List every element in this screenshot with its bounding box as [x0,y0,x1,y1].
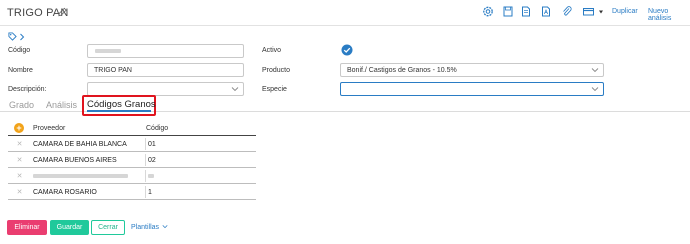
chevron-right-icon[interactable] [19,33,25,41]
tab-analisis[interactable]: Análisis [46,100,77,110]
cell-codigo: 1 [148,189,152,196]
tag-icon[interactable] [8,32,17,41]
producto-value: Bonif./ Castigos de Granos - 10.5% [347,67,457,74]
column-separator [145,170,146,182]
table-row[interactable]: ✕ CAMARA BUENOS AIRES 02 [8,153,256,168]
column-separator [145,138,146,150]
column-separator [145,154,146,166]
remove-row-icon[interactable]: ✕ [16,141,23,148]
pencil-icon[interactable] [57,6,68,18]
descripcion-select[interactable] [87,82,244,96]
cell-codigo-redacted [148,173,154,180]
templates-dropdown[interactable]: Plantillas [131,224,168,231]
document-icon[interactable] [520,5,532,18]
save-icon[interactable] [502,5,514,18]
new-analysis-link[interactable]: Nuevo análisis [648,8,690,22]
cell-codigo: 01 [148,141,156,148]
remove-row-icon[interactable]: ✕ [16,157,23,164]
cell-codigo: 02 [148,157,156,164]
caret-down-icon[interactable] [598,5,604,18]
table-row[interactable]: ✕ CAMARA ROSARIO 1 [8,185,256,200]
activo-checkbox[interactable] [341,44,353,56]
tab-grado[interactable]: Grado [9,100,34,110]
chevron-down-icon [162,225,168,229]
activo-label: Activo [262,47,282,54]
producto-label: Producto [262,67,291,74]
delete-button[interactable]: Eliminar [7,220,47,235]
redacted-value [148,174,154,179]
tab-codigos-granos[interactable]: Códigos Granos [87,99,156,110]
descripcion-label: Descripción: [8,86,47,93]
cell-proveedor: CAMARA BUENOS AIRES [33,157,117,164]
pdf-icon[interactable] [540,5,552,18]
settings-icon[interactable] [482,5,494,18]
redacted-value [33,174,128,179]
nombre-field[interactable]: TRIGO PAN [87,63,244,77]
table-row[interactable]: ✕ CAMARA DE BAHIA BLANCA 01 [8,137,256,152]
page-header: TRIGO PAN Duplicar Nuevo análisis [0,0,690,26]
remove-row-icon[interactable]: ✕ [16,173,23,180]
especie-select[interactable] [340,82,604,96]
card-icon[interactable] [582,5,596,18]
chevron-down-icon [231,87,239,92]
column-separator [145,186,146,198]
column-header-proveedor: Proveedor [33,125,66,132]
cell-proveedor: CAMARA DE BAHIA BLANCA [33,141,127,148]
remove-row-icon[interactable]: ✕ [16,189,23,196]
nombre-label: Nombre [8,67,33,74]
templates-label: Plantillas [131,224,160,231]
chevron-down-icon [591,87,599,92]
close-button[interactable]: Cerrar [91,220,125,235]
chevron-down-icon [591,68,599,73]
cell-proveedor: CAMARA ROSARIO [33,189,97,196]
save-button[interactable]: Guardar [50,220,89,235]
duplicate-link[interactable]: Duplicar [612,8,638,15]
add-row-button[interactable]: + [14,123,24,133]
column-header-codigo: Código [146,125,169,132]
cell-proveedor-redacted [33,173,128,180]
table-header-rule [8,135,256,136]
redacted-value [95,49,121,54]
active-tab-underline [87,110,151,112]
attachment-icon[interactable] [561,5,573,18]
producto-select[interactable]: Bonif./ Castigos de Granos - 10.5% [340,63,604,77]
especie-label: Especie [262,86,287,93]
codigo-field[interactable] [87,44,244,58]
codigo-label: Código [8,47,31,54]
table-row[interactable]: ✕ [8,169,256,184]
